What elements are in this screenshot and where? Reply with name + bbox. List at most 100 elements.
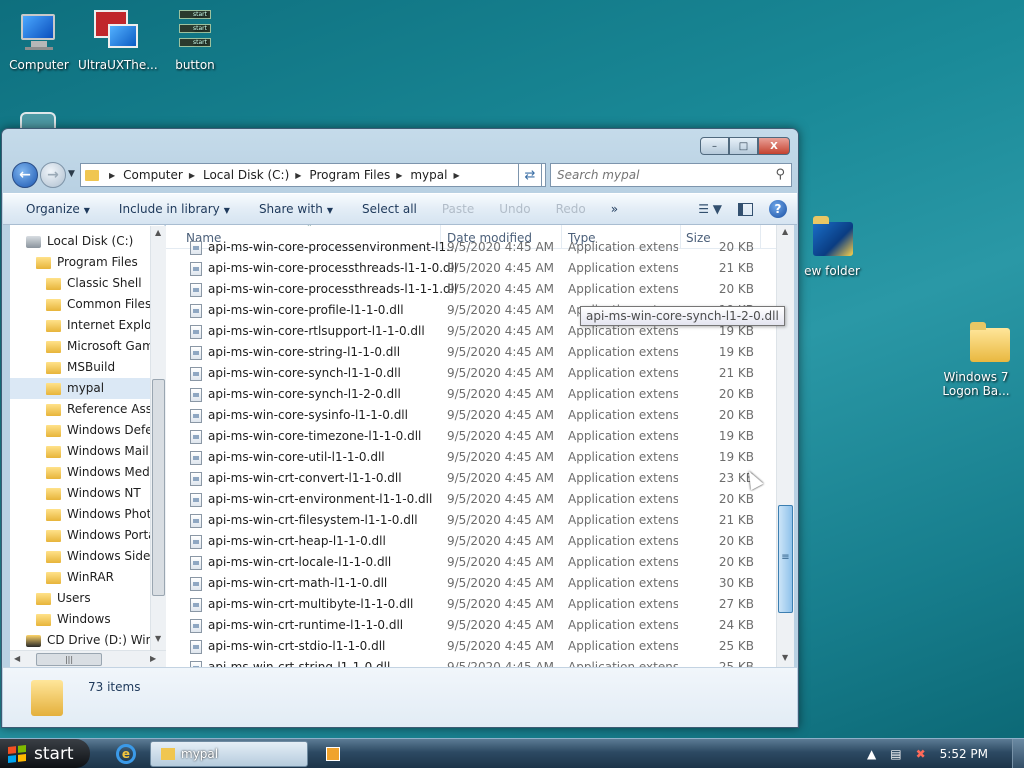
file-row[interactable]: api-ms-win-core-synch-l1-2-0.dll 9/5/2020… — [166, 384, 776, 405]
view-options-icon[interactable]: ☰ ▼ — [698, 202, 722, 216]
desktop-icon-logon-background[interactable]: Windows 7 Logon Ba... — [936, 322, 1016, 398]
file-row[interactable]: api-ms-win-crt-environment-l1-1-0.dll 9/5… — [166, 489, 776, 510]
scroll-left-icon[interactable]: ◀ — [14, 654, 20, 663]
breadcrumb-computer[interactable]: Computer — [123, 168, 183, 182]
file-row[interactable]: api-ms-win-crt-math-l1-1-0.dll 9/5/2020 4… — [166, 573, 776, 594]
file-row[interactable]: api-ms-win-crt-string-l1-1-0.dll 9/5/2020… — [166, 657, 776, 667]
nav-tree-item[interactable]: Windows — [10, 609, 158, 630]
file-row[interactable]: api-ms-win-crt-stdio-l1-1-0.dll 9/5/2020 … — [166, 636, 776, 657]
desktop-icon-new-folder[interactable]: ew folder — [790, 216, 860, 278]
scroll-down-icon[interactable]: ▼ — [155, 634, 161, 643]
file-row[interactable]: api-ms-win-crt-runtime-l1-1-0.dll 9/5/202… — [166, 615, 776, 636]
scroll-thumb[interactable]: ||| — [36, 653, 102, 666]
clock[interactable]: 5:52 PM — [940, 747, 988, 761]
maximize-button[interactable]: □ — [729, 137, 758, 155]
scroll-right-icon[interactable]: ▶ — [150, 654, 156, 663]
nav-tree-item[interactable]: Windows NT — [10, 483, 158, 504]
file-row[interactable]: api-ms-win-core-synch-l1-1-0.dll 9/5/2020… — [166, 363, 776, 384]
internet-explorer-icon[interactable]: e — [116, 744, 136, 764]
nav-tree-item[interactable]: Windows Sideba — [10, 546, 164, 567]
paste-button[interactable]: Paste — [428, 202, 485, 216]
scroll-up-icon[interactable]: ▲ — [155, 228, 161, 237]
nav-tree-item[interactable]: Internet Explore — [10, 315, 164, 336]
search-box[interactable]: ⚲ — [550, 163, 792, 187]
media-player-icon[interactable] — [326, 747, 340, 761]
volume-muted-icon[interactable]: ✖ — [916, 747, 926, 761]
nav-tree-item[interactable]: Microsoft Game — [10, 336, 161, 357]
breadcrumb-program-files[interactable]: Program Files — [309, 168, 390, 182]
file-row[interactable]: api-ms-win-core-processenvironment-l1...… — [166, 237, 776, 258]
file-row[interactable]: api-ms-win-crt-heap-l1-1-0.dll 9/5/2020 4… — [166, 531, 776, 552]
nav-tree-item[interactable]: mypal — [10, 378, 158, 399]
preview-pane-icon[interactable] — [738, 202, 753, 216]
breadcrumb-chevron-icon[interactable]: ▶ — [109, 171, 115, 180]
search-input[interactable] — [557, 168, 767, 182]
taskbar-button-mypal[interactable]: mypal — [150, 741, 308, 767]
file-row[interactable]: api-ms-win-core-processthreads-l1-1-1.dl… — [166, 279, 776, 300]
show-desktop-button[interactable] — [1012, 739, 1024, 768]
nav-tree-item[interactable]: Classic Shell — [10, 273, 158, 294]
nav-tree-item[interactable]: WinRAR — [10, 567, 158, 588]
nav-tree-item[interactable]: Local Disk (C:) — [10, 231, 158, 252]
nav-tree-item[interactable]: Windows Mail — [10, 441, 158, 462]
minimize-button[interactable]: – — [700, 137, 729, 155]
file-row[interactable]: api-ms-win-crt-convert-l1-1-0.dll 9/5/202… — [166, 468, 776, 489]
share-with-button[interactable]: Share with ▼ — [241, 202, 344, 216]
redo-button[interactable]: Redo — [542, 202, 597, 216]
navigation-horizontal-scrollbar[interactable]: ◀ ||| ▶ — [10, 650, 166, 667]
explorer-window[interactable]: – □ X ← → ▼ ▶ Computer ▶ Local Disk (C:)… — [1, 128, 799, 728]
nav-tree-item[interactable]: Windows Portal — [10, 525, 159, 546]
nav-tree-item[interactable]: Reference Asser — [10, 399, 164, 420]
search-icon[interactable]: ⚲ — [775, 167, 785, 182]
nav-tree-item[interactable]: MSBuild — [10, 357, 158, 378]
help-icon[interactable]: ? — [769, 200, 787, 218]
desktop-icon-computer[interactable]: Computer — [1, 10, 77, 72]
refresh-icon[interactable]: ⇄ — [518, 163, 542, 187]
file-list-vertical-scrollbar[interactable]: ▲ ≡ ▼ — [776, 225, 794, 667]
scroll-thumb[interactable]: ≡ — [778, 505, 793, 613]
nav-tree-item[interactable]: Windows Defen — [10, 420, 160, 441]
breadcrumb-chevron-icon[interactable]: ▶ — [189, 171, 195, 180]
scroll-up-icon[interactable]: ▲ — [782, 227, 788, 236]
file-row[interactable]: api-ms-win-core-sysinfo-l1-1-0.dll 9/5/20… — [166, 405, 776, 426]
file-row[interactable]: api-ms-win-crt-locale-l1-1-0.dll 9/5/2020… — [166, 552, 776, 573]
nav-tree-item[interactable]: Program Files — [10, 252, 158, 273]
forward-button[interactable]: → — [40, 162, 66, 188]
file-list[interactable]: ⌃ Name Date modified Type Size api-ms-wi… — [166, 225, 792, 667]
file-row[interactable]: api-ms-win-core-util-l1-1-0.dll 9/5/2020 … — [166, 447, 776, 468]
desktop-icon-ultraux[interactable]: UltraUXThe... — [78, 10, 158, 72]
scroll-thumb[interactable] — [152, 379, 165, 596]
file-row[interactable]: api-ms-win-core-timezone-l1-1-0.dll 9/5/2… — [166, 426, 776, 447]
recent-pages-chevron-icon[interactable]: ▼ — [68, 169, 75, 179]
file-row[interactable]: api-ms-win-crt-multibyte-l1-1-0.dll 9/5/2… — [166, 594, 776, 615]
back-button[interactable]: ← — [12, 162, 38, 188]
start-button[interactable]: start — [0, 739, 90, 768]
select-all-button[interactable]: Select all — [344, 202, 428, 216]
navigation-pane[interactable]: Local Disk (C:) Program Files Classic Shel… — [10, 225, 165, 667]
nav-tree-item[interactable]: Common Files — [10, 294, 158, 315]
breadcrumb-chevron-icon[interactable]: ▶ — [453, 171, 459, 180]
undo-button[interactable]: Undo — [485, 202, 541, 216]
file-type: Application extens... — [568, 639, 678, 653]
address-bar[interactable]: ▶ Computer ▶ Local Disk (C:) ▶ Program F… — [80, 163, 546, 187]
breadcrumb-mypal[interactable]: mypal — [410, 168, 447, 182]
scroll-down-icon[interactable]: ▼ — [782, 653, 788, 662]
include-in-library-button[interactable]: Include in library ▼ — [101, 202, 241, 216]
navigation-vertical-scrollbar[interactable]: ▲ ▼ — [150, 226, 166, 654]
more-commands-button[interactable]: » — [597, 202, 629, 216]
organize-button[interactable]: Organize ▼ — [9, 202, 101, 216]
breadcrumb-local-disk[interactable]: Local Disk (C:) — [203, 168, 289, 182]
file-row[interactable]: api-ms-win-crt-filesystem-l1-1-0.dll 9/5/… — [166, 510, 776, 531]
close-button[interactable]: X — [758, 137, 790, 155]
nav-tree-item[interactable]: Users — [10, 588, 158, 609]
show-hidden-icons-icon[interactable]: ▲ — [867, 747, 876, 761]
nav-tree-item[interactable]: Windows Photo — [10, 504, 159, 525]
nav-tree-item[interactable]: CD Drive (D:) Windo — [10, 630, 164, 651]
breadcrumb-chevron-icon[interactable]: ▶ — [295, 171, 301, 180]
file-row[interactable]: api-ms-win-core-string-l1-1-0.dll 9/5/202… — [166, 342, 776, 363]
desktop-icon-button[interactable]: start start start button — [157, 10, 233, 72]
nav-tree-item[interactable]: Windows Media — [10, 462, 160, 483]
breadcrumb-chevron-icon[interactable]: ▶ — [396, 171, 402, 180]
network-icon[interactable]: ▤ — [890, 747, 901, 761]
file-row[interactable]: api-ms-win-core-processthreads-l1-1-0.dl… — [166, 258, 776, 279]
